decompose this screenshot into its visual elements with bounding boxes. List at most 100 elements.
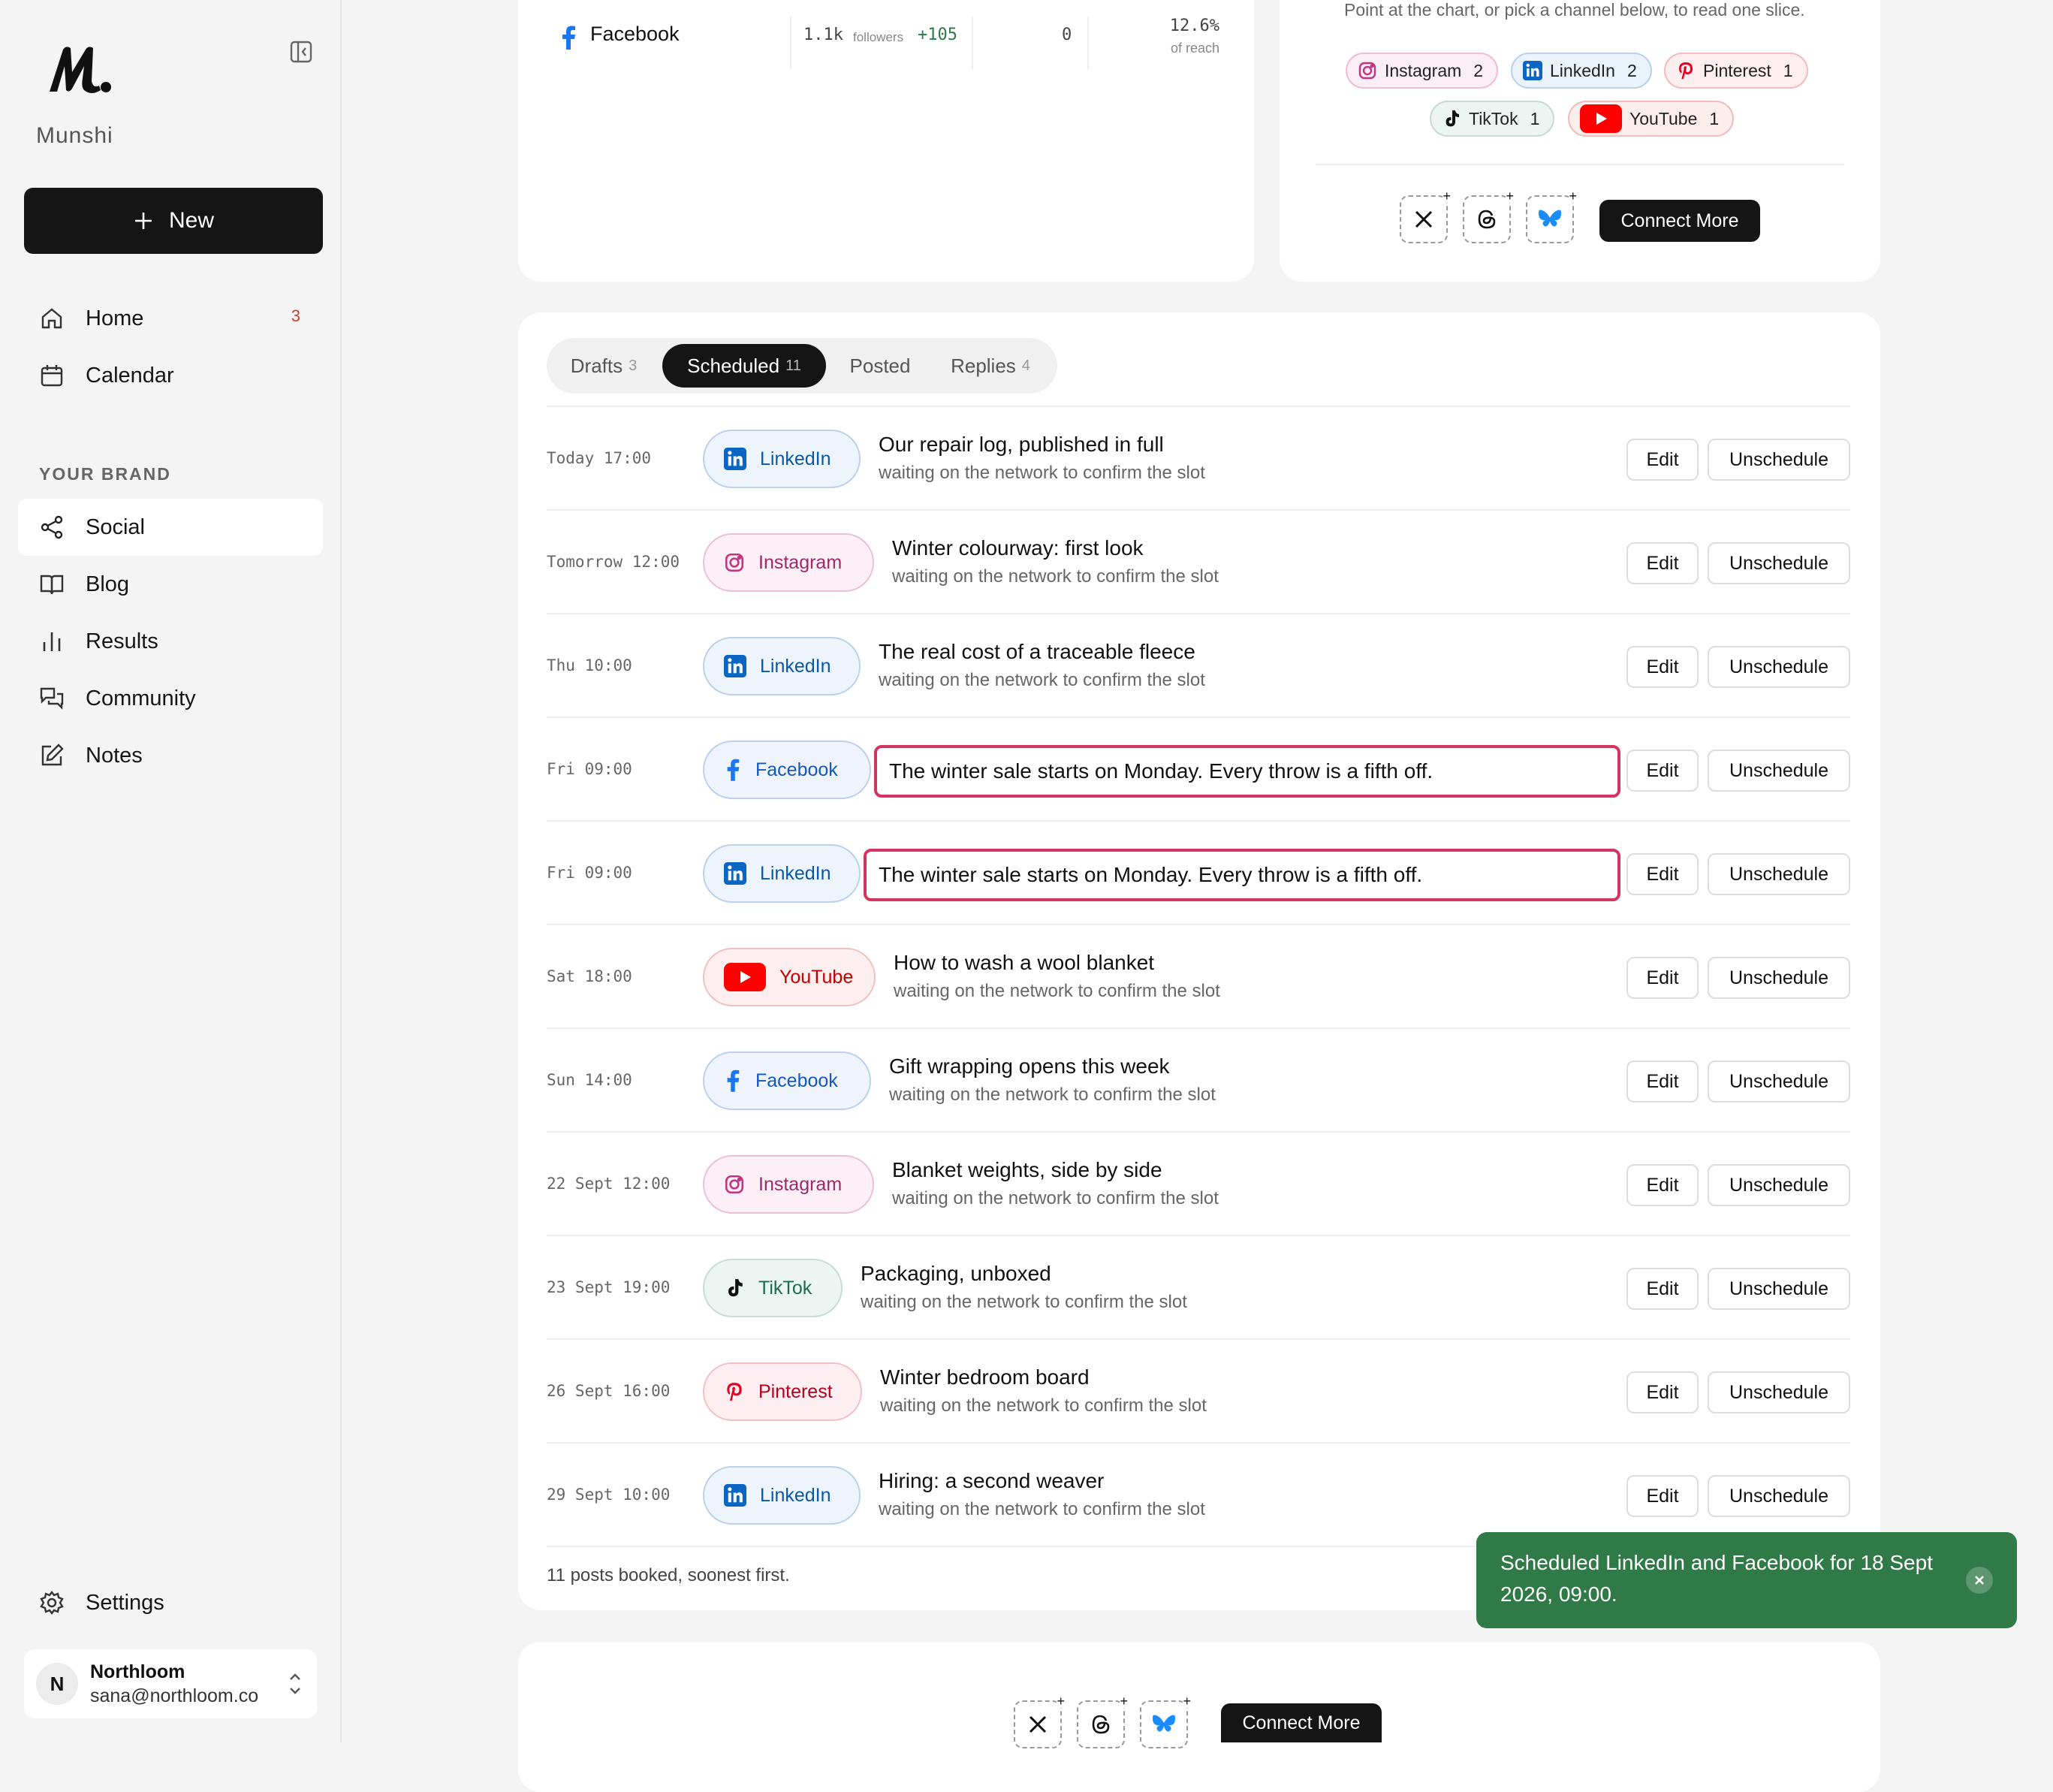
connect-bluesky-button[interactable]: + xyxy=(1140,1694,1191,1748)
post-title[interactable]: Packaging, unboxed xyxy=(861,1262,1051,1286)
tab-posted[interactable]: Posted xyxy=(834,344,927,388)
gear-icon xyxy=(40,1591,64,1615)
channel-chip-youtube[interactable]: YouTube 1 xyxy=(1568,101,1735,137)
edit-button[interactable]: Edit xyxy=(1626,1268,1699,1310)
unschedule-button[interactable]: Unschedule xyxy=(1708,1371,1850,1413)
unschedule-button[interactable]: Unschedule xyxy=(1708,439,1850,481)
unschedule-button[interactable]: Unschedule xyxy=(1708,542,1850,584)
post-title[interactable]: The real cost of a traceable fleece xyxy=(879,640,1195,664)
post-title[interactable]: Our repair log, published in full xyxy=(879,433,1164,457)
network-pill[interactable]: Instagram xyxy=(703,533,874,592)
edit-button[interactable]: Edit xyxy=(1626,957,1699,999)
edit-button[interactable]: Edit xyxy=(1626,1371,1699,1413)
connect-x-button[interactable]: + xyxy=(1400,189,1451,243)
sidebar-item-social[interactable]: Social xyxy=(18,499,323,556)
connect-more-button[interactable]: Connect More xyxy=(1599,200,1760,242)
x-logo-icon xyxy=(1029,1715,1047,1733)
reach-label: of reach xyxy=(1170,41,1219,56)
unschedule-button[interactable]: Unschedule xyxy=(1708,1475,1850,1517)
plus-icon: + xyxy=(1120,1694,1128,1709)
sidebar-item-home[interactable]: Home 3 xyxy=(18,290,323,347)
network-pill[interactable]: LinkedIn xyxy=(703,1466,861,1525)
posts-count: 0 xyxy=(1062,26,1072,44)
edit-button[interactable]: Edit xyxy=(1626,542,1699,584)
post-title[interactable]: Winter colourway: first look xyxy=(892,536,1144,560)
network-pill[interactable]: Instagram xyxy=(703,1155,874,1214)
post-title[interactable]: Winter bedroom board xyxy=(880,1365,1090,1389)
connect-bluesky-button[interactable]: + xyxy=(1526,189,1577,243)
tab-replies[interactable]: Replies 4 xyxy=(934,344,1047,388)
tab-scheduled[interactable]: Scheduled 11 xyxy=(662,344,826,388)
brand-logo[interactable] xyxy=(47,44,113,96)
sidebar-item-settings[interactable]: Settings xyxy=(18,1574,323,1631)
tiktok-icon xyxy=(728,1279,743,1297)
scheduled-post-row: Today 17:00 LinkedIn Our repair log, pub… xyxy=(547,407,1850,511)
account-switcher[interactable]: N Northloom sana@northloom.co xyxy=(24,1649,317,1718)
toast-close-button[interactable] xyxy=(1966,1567,1993,1594)
network-pill[interactable]: LinkedIn xyxy=(703,844,861,903)
unschedule-button[interactable]: Unschedule xyxy=(1708,853,1850,895)
edit-button[interactable]: Edit xyxy=(1626,853,1699,895)
sidebar-item-label: Settings xyxy=(86,1590,164,1615)
edit-button[interactable]: Edit xyxy=(1626,439,1699,481)
sidebar-item-results[interactable]: Results xyxy=(18,613,323,670)
post-title[interactable]: Blanket weights, side by side xyxy=(892,1158,1162,1182)
post-title[interactable]: Hiring: a second weaver xyxy=(879,1469,1104,1493)
network-pill[interactable]: TikTok xyxy=(703,1259,843,1317)
channel-chip-instagram[interactable]: Instagram 2 xyxy=(1346,53,1499,89)
tab-drafts[interactable]: Drafts 3 xyxy=(557,344,650,388)
channel-chip-tiktok[interactable]: TikTok 1 xyxy=(1430,101,1555,137)
post-text-input[interactable]: The winter sale starts on Monday. Every … xyxy=(874,745,1620,798)
network-pill[interactable]: Facebook xyxy=(703,741,871,799)
post-status: waiting on the network to confirm the sl… xyxy=(879,463,1205,483)
unschedule-button[interactable]: Unschedule xyxy=(1708,957,1850,999)
edit-button[interactable]: Edit xyxy=(1626,1060,1699,1103)
channel-chip-pinterest[interactable]: Pinterest 1 xyxy=(1664,53,1808,89)
edit-button[interactable]: Edit xyxy=(1626,646,1699,688)
post-title[interactable]: How to wash a wool blanket xyxy=(894,951,1154,975)
plus-icon: + xyxy=(1183,1694,1191,1709)
connect-threads-button[interactable]: + xyxy=(1077,1694,1128,1748)
unschedule-button[interactable]: Unschedule xyxy=(1708,1268,1850,1310)
sidebar-item-community[interactable]: Community xyxy=(18,670,323,727)
edit-button[interactable]: Edit xyxy=(1626,750,1699,792)
post-title[interactable]: Gift wrapping opens this week xyxy=(889,1054,1170,1079)
connect-x-button[interactable]: + xyxy=(1014,1694,1065,1748)
unschedule-button[interactable]: Unschedule xyxy=(1708,1164,1850,1206)
new-button[interactable]: New xyxy=(24,188,323,254)
post-time: Thu 10:00 xyxy=(547,656,632,674)
unschedule-button[interactable]: Unschedule xyxy=(1708,1060,1850,1103)
brand-name: Munshi xyxy=(36,123,113,148)
network-stats-row-facebook: Facebook 1.1k followers +105 0 12.6% of … xyxy=(559,17,1219,69)
sidebar-item-calendar[interactable]: Calendar xyxy=(18,347,323,404)
edit-button[interactable]: Edit xyxy=(1626,1164,1699,1206)
post-text-input[interactable]: The winter sale starts on Monday. Every … xyxy=(864,849,1620,901)
linkedin-icon xyxy=(724,655,746,677)
channel-chip-linkedin[interactable]: LinkedIn 2 xyxy=(1511,53,1652,89)
unschedule-button[interactable]: Unschedule xyxy=(1708,646,1850,688)
tab-count: 3 xyxy=(629,357,638,374)
network-pill-label: YouTube xyxy=(779,966,854,988)
linkedin-icon xyxy=(724,1484,746,1507)
edit-button[interactable]: Edit xyxy=(1626,1475,1699,1517)
connect-more-button[interactable]: Connect More xyxy=(1221,1703,1382,1742)
network-pill[interactable]: YouTube xyxy=(703,948,876,1006)
plus-icon: + xyxy=(1057,1694,1065,1709)
bluesky-icon xyxy=(1153,1715,1175,1732)
connect-threads-button[interactable]: + xyxy=(1463,189,1514,243)
network-pill[interactable]: LinkedIn xyxy=(703,430,861,488)
close-icon xyxy=(1975,1576,1984,1585)
sidebar-collapse-icon[interactable] xyxy=(288,39,314,65)
youtube-icon xyxy=(1580,104,1622,133)
sidebar-item-blog[interactable]: Blog xyxy=(18,556,323,613)
share-icon xyxy=(41,515,63,539)
instagram-icon xyxy=(1358,62,1376,80)
tab-count: 4 xyxy=(1021,357,1030,374)
network-pill[interactable]: Pinterest xyxy=(703,1362,862,1421)
sidebar-item-label: Results xyxy=(86,629,158,653)
sidebar-item-notes[interactable]: Notes xyxy=(18,727,323,784)
network-pill[interactable]: Facebook xyxy=(703,1051,871,1110)
network-pill[interactable]: LinkedIn xyxy=(703,637,861,695)
plus-icon xyxy=(134,213,152,229)
unschedule-button[interactable]: Unschedule xyxy=(1708,750,1850,792)
